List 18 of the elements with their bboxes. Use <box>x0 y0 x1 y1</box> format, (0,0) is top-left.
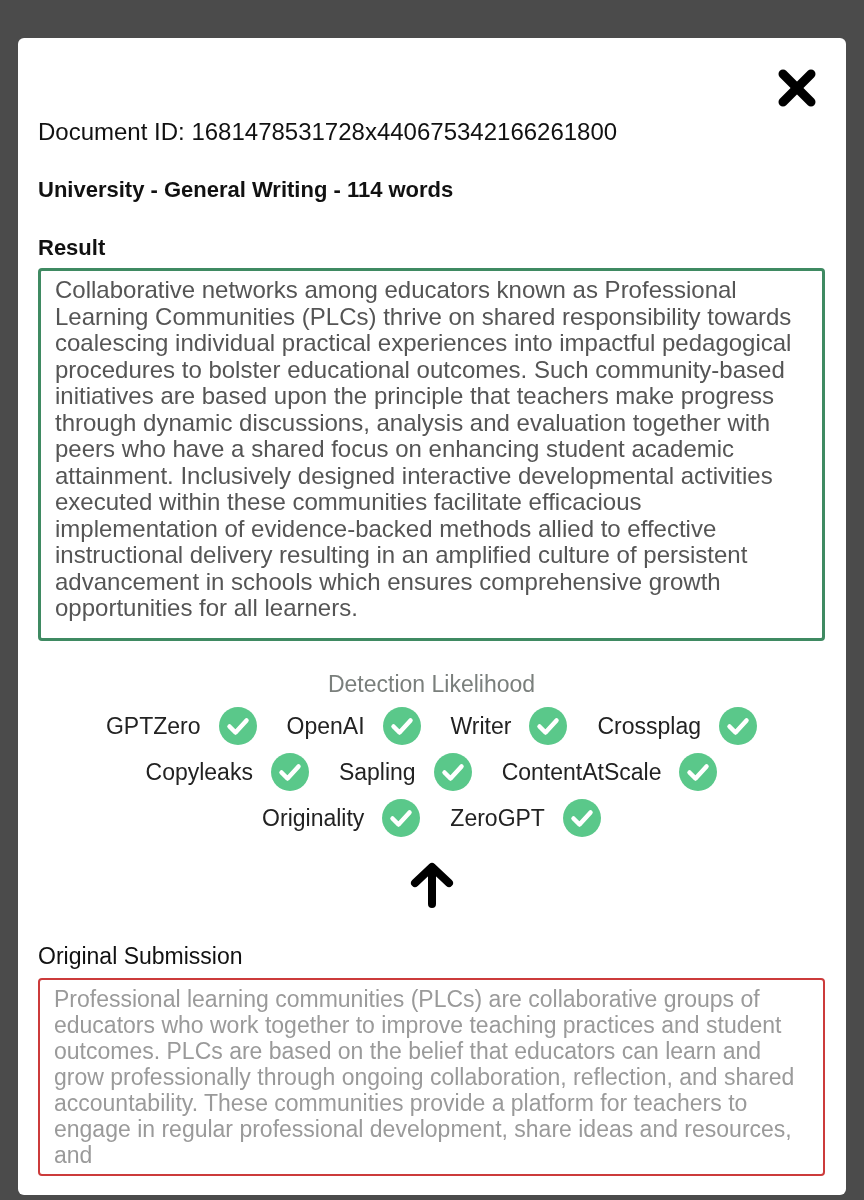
result-text-area[interactable]: Collaborative networks among educators known as Professional Learning Communities (PLCs) thrive on shared responsibility towards coalescing individual practical experiences into impactful pedagogical procedures to bolster educational outcomes. Such community-based initiatives are based upon the principle that teachers make progress through dynamic discussions, analysis and evaluation together with peers who have a shared focus on enhancing student academic attainment. Inclusively designed interactive developmental activities executed within these communities facilitate efficacious implementation of evidence-backed methods allied to effective instructional delivery resulting in an amplified culture of persistent advancement in schools which ensures comprehensive growth opportunities for all learners. <box>38 268 825 641</box>
detector-name: GPTZero <box>106 712 201 740</box>
detector-name: OpenAI <box>286 712 365 740</box>
result-label: Result <box>38 234 107 262</box>
up-arrow-icon <box>409 862 454 908</box>
detector-name: ContentAtScale <box>501 758 662 786</box>
close-button[interactable] <box>777 68 817 108</box>
detector-name: Writer <box>450 712 512 740</box>
document-id: Document ID: 1681478531728x440675342166261800 <box>38 118 619 146</box>
detector-name: Originality <box>262 804 365 832</box>
close-icon <box>777 68 817 108</box>
detection-title: Detection Likelihood <box>326 670 537 698</box>
detector-name: Crossplag <box>597 712 701 740</box>
document-summary: University - General Writing - 114 words <box>38 176 455 204</box>
detector-name: ZeroGPT <box>450 804 545 832</box>
detector-name: Copyleaks <box>145 758 253 786</box>
original-submission-label: Original Submission <box>38 942 244 970</box>
detector-name: Sapling <box>338 758 416 786</box>
